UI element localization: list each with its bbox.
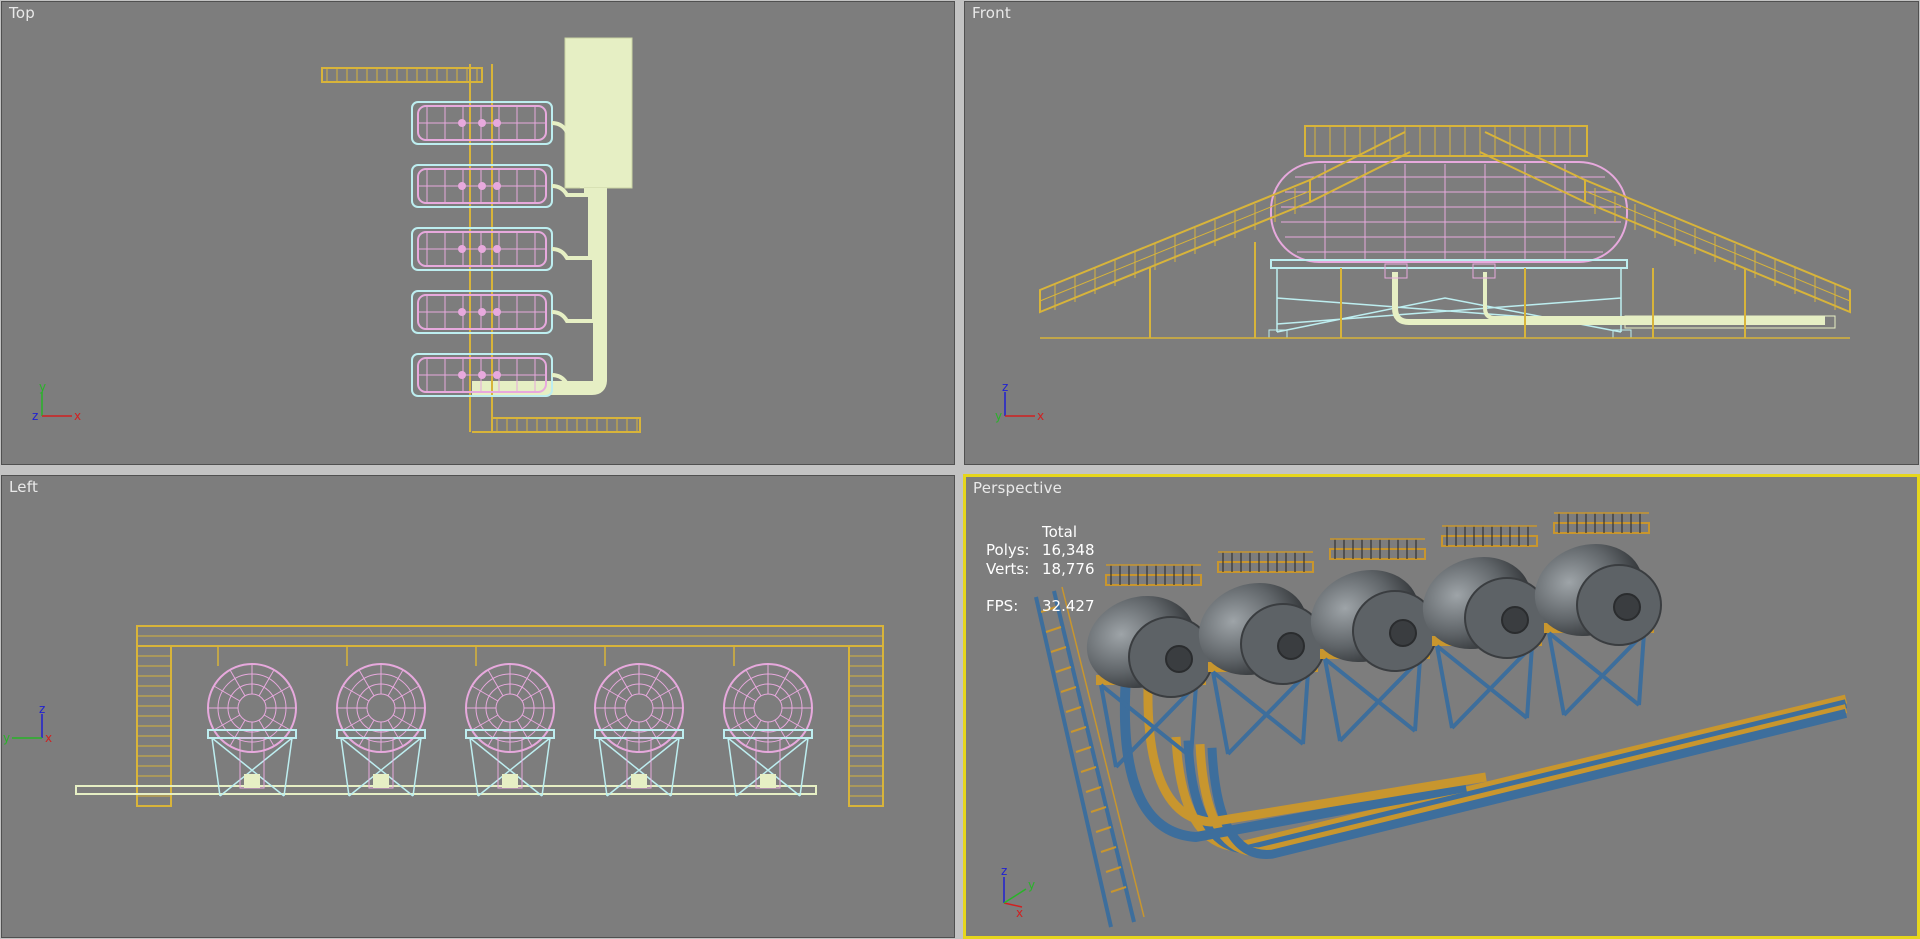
viewport-front[interactable]: Front z x y bbox=[964, 1, 1919, 465]
left-tank bbox=[723, 646, 813, 797]
svg-text:y: y bbox=[1028, 878, 1035, 892]
viewport-top[interactable]: Top y x z bbox=[1, 1, 955, 465]
polys-label: Polys: bbox=[986, 541, 1030, 559]
svg-text:y: y bbox=[995, 409, 1002, 423]
axis-tripod-icon: y x z bbox=[32, 382, 81, 423]
viewport-label-left[interactable]: Left bbox=[9, 478, 38, 496]
verts-value: 18,776 bbox=[1042, 560, 1095, 578]
svg-text:z: z bbox=[1002, 382, 1008, 394]
viewport-perspective[interactable]: Perspective Total Polys: 16,348 Verts: 1… bbox=[963, 474, 1920, 939]
verts-label: Verts: bbox=[986, 560, 1030, 578]
viewport-left[interactable]: Left z y x bbox=[1, 475, 955, 938]
left-view-wireframe bbox=[75, 625, 884, 807]
svg-text:x: x bbox=[1016, 906, 1023, 919]
stats-header: Total bbox=[1042, 523, 1078, 541]
viewport-label-top[interactable]: Top bbox=[9, 4, 35, 22]
perspective-render bbox=[1034, 512, 1848, 928]
svg-text:x: x bbox=[45, 731, 52, 745]
axis-tripod-icon: z y x bbox=[3, 704, 52, 745]
svg-text:z: z bbox=[32, 409, 38, 423]
left-tank bbox=[465, 646, 555, 797]
polys-value: 16,348 bbox=[1042, 541, 1095, 559]
viewport-label-perspective[interactable]: Perspective bbox=[973, 479, 1062, 497]
perspective-tank bbox=[1422, 525, 1550, 730]
top-tank bbox=[411, 101, 584, 188]
fps-label: FPS: bbox=[986, 597, 1019, 615]
perspective-tank bbox=[1198, 551, 1326, 756]
front-view-wireframe bbox=[1039, 125, 1851, 339]
svg-text:z: z bbox=[1001, 864, 1007, 878]
perspective-tank bbox=[1310, 538, 1438, 743]
svg-text:x: x bbox=[1037, 409, 1044, 423]
perspective-tank bbox=[1534, 512, 1662, 717]
left-tank bbox=[594, 646, 684, 797]
svg-text:y: y bbox=[39, 382, 46, 394]
top-tank bbox=[411, 188, 596, 334]
axis-tripod-icon: z x y bbox=[1001, 864, 1035, 919]
viewport-label-front[interactable]: Front bbox=[972, 4, 1011, 22]
axis-tripod-icon: z x y bbox=[995, 382, 1044, 423]
svg-text:x: x bbox=[74, 409, 81, 423]
svg-text:z: z bbox=[39, 704, 45, 716]
left-tank bbox=[207, 646, 297, 797]
perspective-tank bbox=[1086, 564, 1214, 769]
svg-text:y: y bbox=[3, 731, 10, 745]
top-tank bbox=[411, 188, 592, 271]
top-tank bbox=[411, 164, 588, 208]
top-view-wireframe bbox=[321, 37, 641, 433]
left-tank bbox=[336, 646, 426, 797]
fps-value: 32.427 bbox=[1042, 597, 1095, 615]
